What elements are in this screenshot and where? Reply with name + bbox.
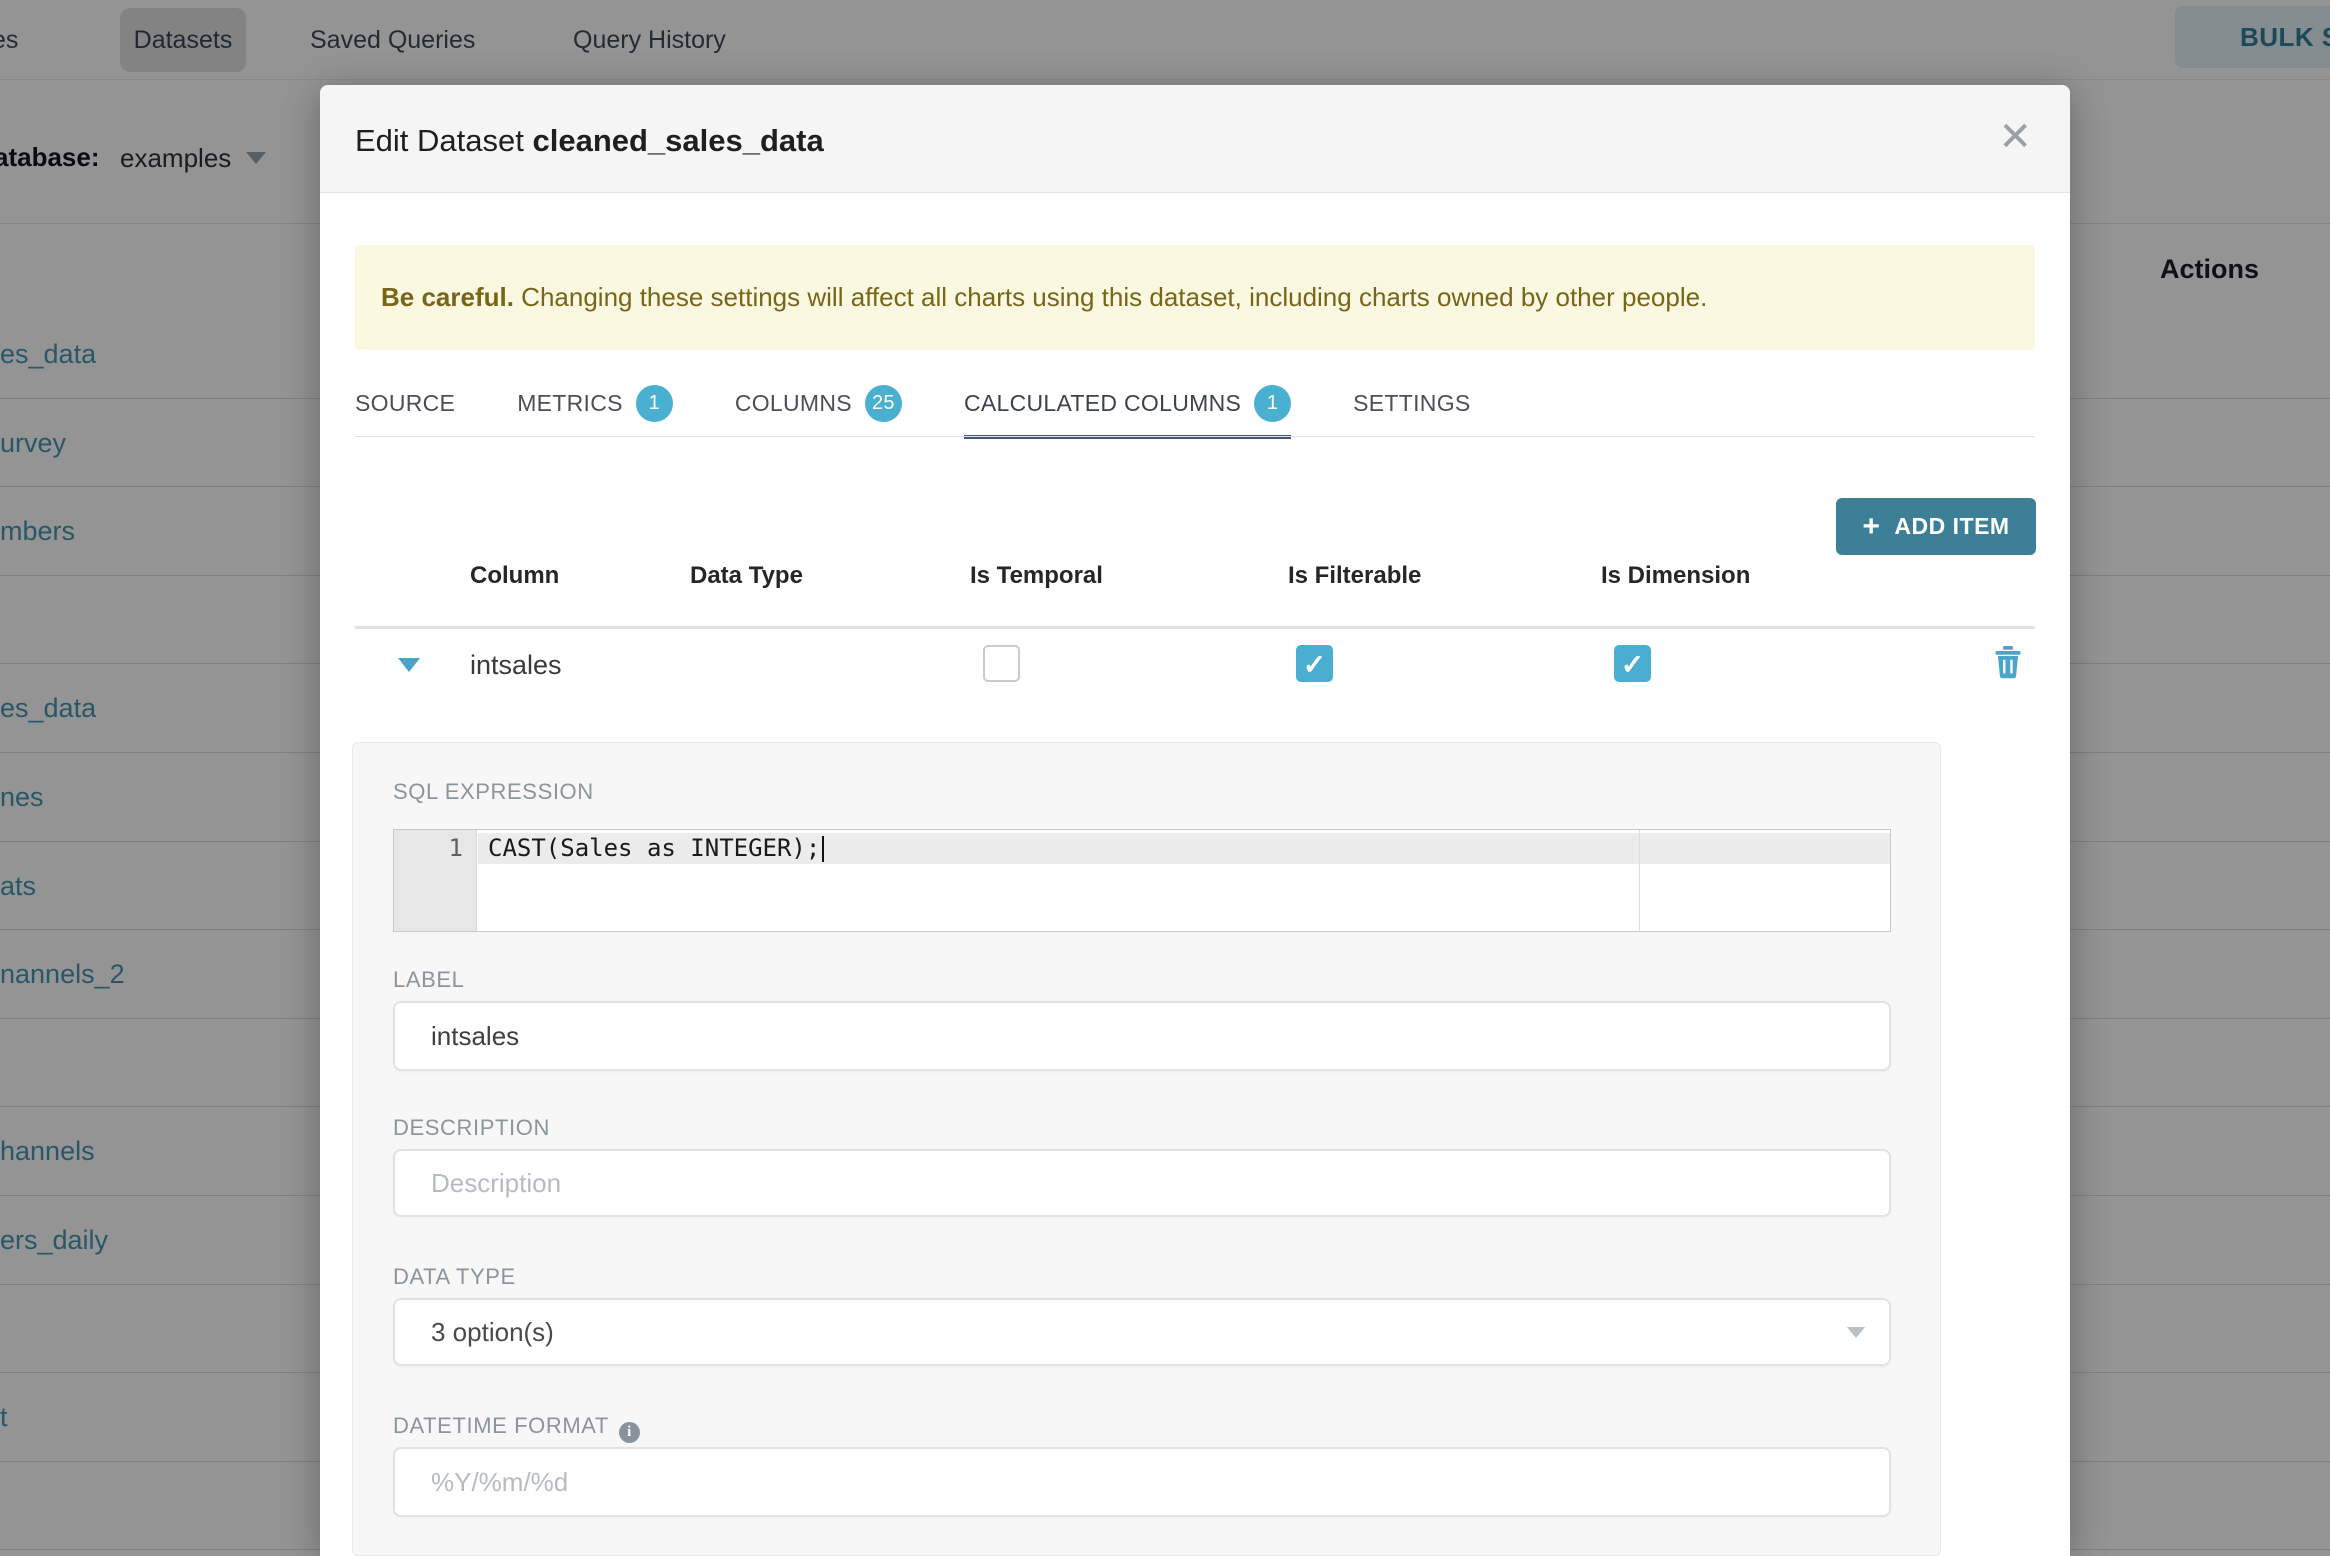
- sql-expression-editor[interactable]: 1 CAST(Sales as INTEGER);: [393, 829, 1891, 932]
- close-icon[interactable]: ✕: [1998, 115, 2032, 159]
- select-caret-icon: [1847, 1326, 1865, 1338]
- text-cursor: [822, 836, 825, 862]
- plus-icon: +: [1862, 509, 1881, 543]
- modal-title: Edit Dataset cleaned_sales_data: [355, 123, 824, 159]
- modal-header: Edit Dataset cleaned_sales_data ✕: [320, 85, 2070, 193]
- col-header-is-temporal: Is Temporal: [970, 562, 1103, 589]
- tab-settings[interactable]: SETTINGS: [1353, 368, 1470, 438]
- col-header-column: Column: [470, 562, 560, 589]
- label-input[interactable]: intsales: [393, 1001, 1891, 1071]
- columns-header-divider: [355, 626, 2035, 629]
- add-item-label: ADD ITEM: [1894, 513, 2010, 539]
- calculated-columns-count-badge: 1: [1254, 384, 1292, 422]
- col-header-data-type: Data Type: [690, 562, 803, 589]
- is-temporal-checkbox[interactable]: [983, 645, 1020, 682]
- label-input-value: intsales: [431, 1020, 520, 1051]
- tab-source[interactable]: SOURCE: [355, 368, 455, 438]
- tabs-divider: [355, 436, 2035, 437]
- tab-label: SETTINGS: [1353, 389, 1471, 416]
- modal-title-dataset-name: cleaned_sales_data: [532, 123, 824, 158]
- datetime-format-input[interactable]: %Y/%m/%d: [393, 1447, 1891, 1517]
- edit-dataset-modal: Edit Dataset cleaned_sales_data ✕ Be car…: [320, 85, 2070, 1556]
- description-field-label: DESCRIPTION: [393, 1115, 550, 1140]
- description-placeholder: Description: [431, 1167, 562, 1198]
- modal-tabs: SOURCE METRICS 1 COLUMNS 25 CALCULATED C…: [355, 368, 1471, 439]
- line-number: 1: [448, 834, 463, 862]
- datetime-format-placeholder: %Y/%m/%d: [431, 1466, 569, 1497]
- description-input[interactable]: Description: [393, 1149, 1891, 1217]
- tab-columns[interactable]: COLUMNS 25: [735, 368, 902, 438]
- data-type-value: 3 option(s): [431, 1316, 554, 1347]
- column-name: intsales: [470, 650, 562, 680]
- tab-metrics[interactable]: METRICS 1: [517, 368, 673, 438]
- datetime-format-field-label: DATETIME FORMAT i: [393, 1413, 640, 1443]
- editor-print-margin: [1639, 830, 1640, 931]
- sql-code: CAST(Sales as INTEGER);: [488, 833, 825, 864]
- metrics-count-badge: 1: [635, 384, 673, 422]
- tab-label: COLUMNS: [734, 389, 852, 416]
- add-item-button[interactable]: + ADD ITEM: [1836, 498, 2036, 555]
- tab-label: METRICS: [517, 389, 623, 416]
- tab-label: CALCULATED COLUMNS: [963, 389, 1242, 416]
- warning-banner: Be careful. Changing these settings will…: [355, 245, 2035, 350]
- expand-caret-icon[interactable]: [398, 658, 420, 672]
- sql-expression-label: SQL EXPRESSION: [393, 779, 594, 804]
- col-header-is-filterable: Is Filterable: [1288, 562, 1422, 589]
- warning-bold-text: Be careful.: [381, 282, 514, 312]
- delete-trash-icon[interactable]: [1993, 643, 2023, 684]
- column-detail-panel: SQL EXPRESSION 1 CAST(Sales as INTEGER);…: [352, 742, 1941, 1556]
- info-icon[interactable]: i: [618, 1422, 640, 1443]
- data-type-field-label: DATA TYPE: [393, 1264, 516, 1289]
- data-type-select[interactable]: 3 option(s): [393, 1298, 1891, 1366]
- is-filterable-checkbox[interactable]: ✓: [1296, 645, 1333, 682]
- editor-gutter: 1: [394, 830, 477, 931]
- is-dimension-checkbox[interactable]: ✓: [1614, 645, 1651, 682]
- label-field-label: LABEL: [393, 967, 465, 992]
- warning-text: Changing these settings will affect all …: [513, 282, 1708, 312]
- modal-title-prefix: Edit Dataset: [355, 123, 533, 158]
- columns-count-badge: 25: [864, 384, 902, 422]
- tab-calculated-columns[interactable]: CALCULATED COLUMNS 1: [963, 368, 1292, 439]
- tab-label: SOURCE: [355, 389, 456, 416]
- col-header-is-dimension: Is Dimension: [1601, 562, 1751, 589]
